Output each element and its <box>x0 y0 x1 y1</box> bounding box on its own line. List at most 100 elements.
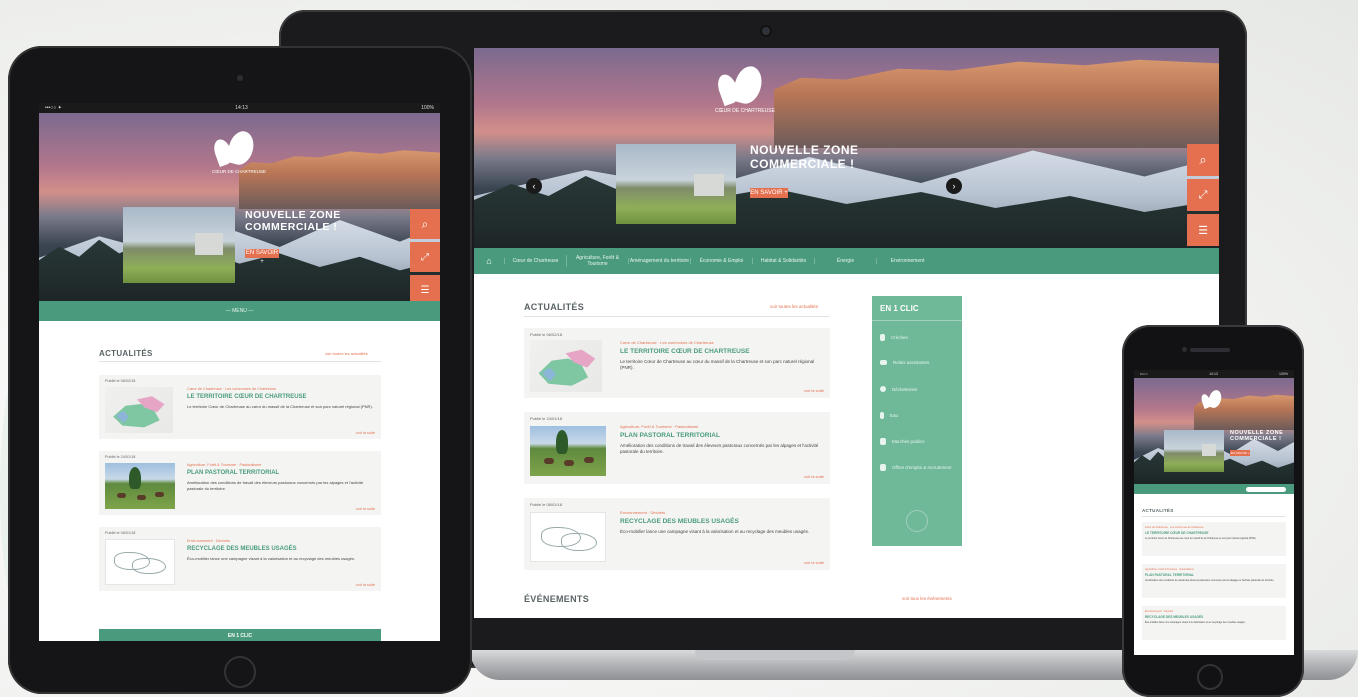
quick-link[interactable]: Crèches <box>880 334 908 341</box>
events-title: ÉVÉNEMENTS <box>524 594 590 604</box>
site-logo[interactable] <box>1199 388 1228 412</box>
people-icon <box>880 360 887 365</box>
news-see-all-link[interactable]: voir toutes les actualités <box>325 351 368 356</box>
news-card[interactable]: Publié le 24/01/18 Agriculture, Forêt & … <box>99 451 381 515</box>
news-title-link[interactable]: PLAN PASTORAL TERRITORIAL <box>1145 573 1194 577</box>
news-title-link[interactable]: PLAN PASTORAL TERRITORIAL <box>620 432 720 439</box>
nav-item-coeur[interactable]: Cœur de Chartreuse <box>504 258 566 264</box>
news-excerpt: Éco-mobilier lance une campagne visant à… <box>1145 621 1246 624</box>
quick-link[interactable]: Eau <box>880 412 898 419</box>
quick-link-label: Offres d'emploi & recrutement <box>892 464 952 470</box>
news-read-more[interactable]: voir la suite <box>356 431 375 435</box>
news-card[interactable]: Publié le 06/02/18 Cœur de Chartreuse · … <box>99 375 381 439</box>
news-date: Publié le 08/01/18 <box>105 531 136 535</box>
divider <box>1142 516 1286 517</box>
news-excerpt: Amélioration des conditions de travail d… <box>1145 579 1275 582</box>
quick-link-label: Déchetteries <box>892 386 918 392</box>
status-bar: •••○○ ✦ 14:13 100% <box>39 103 440 113</box>
news-tag: Cœur de Chartreuse · Les communes de Cha… <box>1145 526 1204 529</box>
news-title-link[interactable]: RECYCLAGE DES MEUBLES USAGÉS <box>187 546 297 552</box>
slide-image <box>1164 430 1224 472</box>
quick-link-label: Crèches <box>891 335 908 340</box>
slide-read-more-button[interactable]: EN SAVOIR + <box>750 188 788 198</box>
quick-link[interactable]: Offres d'emploi & recrutement <box>880 464 956 471</box>
baby-icon <box>880 334 885 341</box>
quick-link-label: Eau <box>890 413 899 418</box>
news-tag: Environnement · Déchets <box>187 539 230 543</box>
slide-read-more-button[interactable]: EN SAVOIR + <box>1230 450 1250 456</box>
mobile-menu-bar[interactable]: — MENU — <box>39 301 440 321</box>
expand-button[interactable]: ⤢ <box>1187 179 1219 211</box>
news-read-more[interactable]: voir la suite <box>804 560 824 565</box>
slider-next-button[interactable]: › <box>946 178 962 194</box>
recycle-icon <box>880 386 886 392</box>
quick-link[interactable]: Marchés publics <box>880 438 925 445</box>
quick-link[interactable]: Relais assistantes <box>880 360 929 365</box>
expand-button[interactable]: ⤢ <box>410 242 440 272</box>
nav-item-economie[interactable]: Économie & Emploi <box>690 258 752 264</box>
slide-title: NOUVELLE ZONE COMMERCIALE ! <box>1230 430 1284 443</box>
events-see-all-link[interactable]: voir tous les événements <box>902 596 952 601</box>
quick-links-bar[interactable]: EN 1 CLIC <box>99 629 381 641</box>
slide-image <box>123 207 235 283</box>
news-title-link[interactable]: LE TERRITOIRE CŒUR DE CHARTREUSE <box>187 394 307 400</box>
home-icon[interactable]: ⌂ <box>474 256 504 266</box>
quick-link[interactable]: Déchetteries <box>880 386 917 392</box>
news-image-cows <box>105 463 175 509</box>
search-input[interactable] <box>1246 486 1286 492</box>
nav-item-amenagement[interactable]: Aménagement du territoire <box>628 258 690 264</box>
logo-text: CŒUR DE CHARTREUSE <box>212 169 266 174</box>
news-card[interactable]: Publié le 08/01/18 Environnement · Déche… <box>99 527 381 591</box>
contact-button[interactable]: ☰ <box>410 275 440 301</box>
leaf-icon <box>906 510 928 532</box>
document-icon <box>880 438 886 445</box>
news-see-all-link[interactable]: voir toutes les actualités <box>770 304 818 309</box>
search-button[interactable]: ⌕ <box>1187 144 1219 176</box>
news-read-more[interactable]: voir la suite <box>804 474 824 479</box>
contact-button[interactable]: ☰ <box>1187 214 1219 246</box>
status-bar: •••○○ 14:13 100% <box>1134 370 1294 378</box>
slider-prev-button[interactable]: ‹ <box>526 178 542 194</box>
site-logo[interactable]: CŒUR DE CHARTREUSE <box>211 127 267 175</box>
divider <box>524 316 830 317</box>
battery-indicator: 100% <box>1279 372 1288 376</box>
news-title-link[interactable]: RECYCLAGE DES MEUBLES USAGÉS <box>1145 615 1203 619</box>
news-title-link[interactable]: LE TERRITOIRE CŒUR DE CHARTREUSE <box>620 348 750 355</box>
devices-mockup: CŒUR DE CHARTREUSE ‹ › NOUVELLE ZONE COM… <box>0 0 1358 697</box>
search-button[interactable]: ⌕ <box>410 209 440 239</box>
news-card[interactable]: Publié le 06/02/18 Cœur de Chartreuse · … <box>524 328 830 398</box>
news-excerpt: Éco-mobilier lance une campagne visant à… <box>620 529 810 534</box>
menu-toggle[interactable]: — MENU — <box>226 308 254 314</box>
news-read-more[interactable]: voir la suite <box>804 388 824 393</box>
nav-item-agriculture[interactable]: Agriculture, Forêt & Tourisme <box>566 255 628 267</box>
news-title-link[interactable]: LE TERRITOIRE CŒUR DE CHARTREUSE <box>1145 531 1209 535</box>
nav-item-habitat[interactable]: Habitat & Solidarités <box>752 258 814 264</box>
news-image-cows <box>530 426 606 476</box>
news-excerpt: Amélioration des conditions de travail d… <box>187 480 364 491</box>
nav-item-energie[interactable]: Énergie <box>814 258 876 264</box>
drop-icon <box>880 412 884 419</box>
slide-read-more-button[interactable]: EN SAVOIR + <box>245 249 279 265</box>
news-read-more[interactable]: voir la suite <box>356 507 375 511</box>
chevron-right-icon: › <box>952 181 956 191</box>
news-title-link[interactable]: RECYCLAGE DES MEUBLES USAGÉS <box>620 518 739 525</box>
tablet-camera <box>237 75 243 81</box>
news-title-link[interactable]: PLAN PASTORAL TERRITORIAL <box>187 470 279 476</box>
phone-home-button <box>1197 664 1223 690</box>
mountain-cliff <box>774 59 1219 148</box>
news-card[interactable]: Agriculture, Forêt & Tourisme · Pastoral… <box>1142 564 1286 598</box>
expand-icon: ⤢ <box>421 251 429 263</box>
contact-icon: ☰ <box>1198 224 1208 237</box>
news-card[interactable]: Environnement · Déchets RECYCLAGE DES ME… <box>1142 606 1286 640</box>
slide-image <box>616 144 736 224</box>
slide-title: NOUVELLE ZONE COMMERCIALE ! <box>245 209 341 234</box>
news-title: ACTUALITÉS <box>524 302 584 312</box>
nav-item-environnement[interactable]: Environnement <box>876 258 938 264</box>
news-card[interactable]: Publié le 24/01/18 Agriculture, Forêt & … <box>524 412 830 484</box>
site-logo[interactable]: CŒUR DE CHARTREUSE <box>714 60 775 114</box>
quick-links-title: EN 1 CLIC <box>227 633 253 639</box>
news-date: Publié le 08/01/18 <box>530 502 563 507</box>
news-card[interactable]: Publié le 08/01/18 Environnement · Déche… <box>524 498 830 570</box>
news-card[interactable]: Cœur de Chartreuse · Les communes de Cha… <box>1142 522 1286 556</box>
news-read-more[interactable]: voir la suite <box>356 583 375 587</box>
